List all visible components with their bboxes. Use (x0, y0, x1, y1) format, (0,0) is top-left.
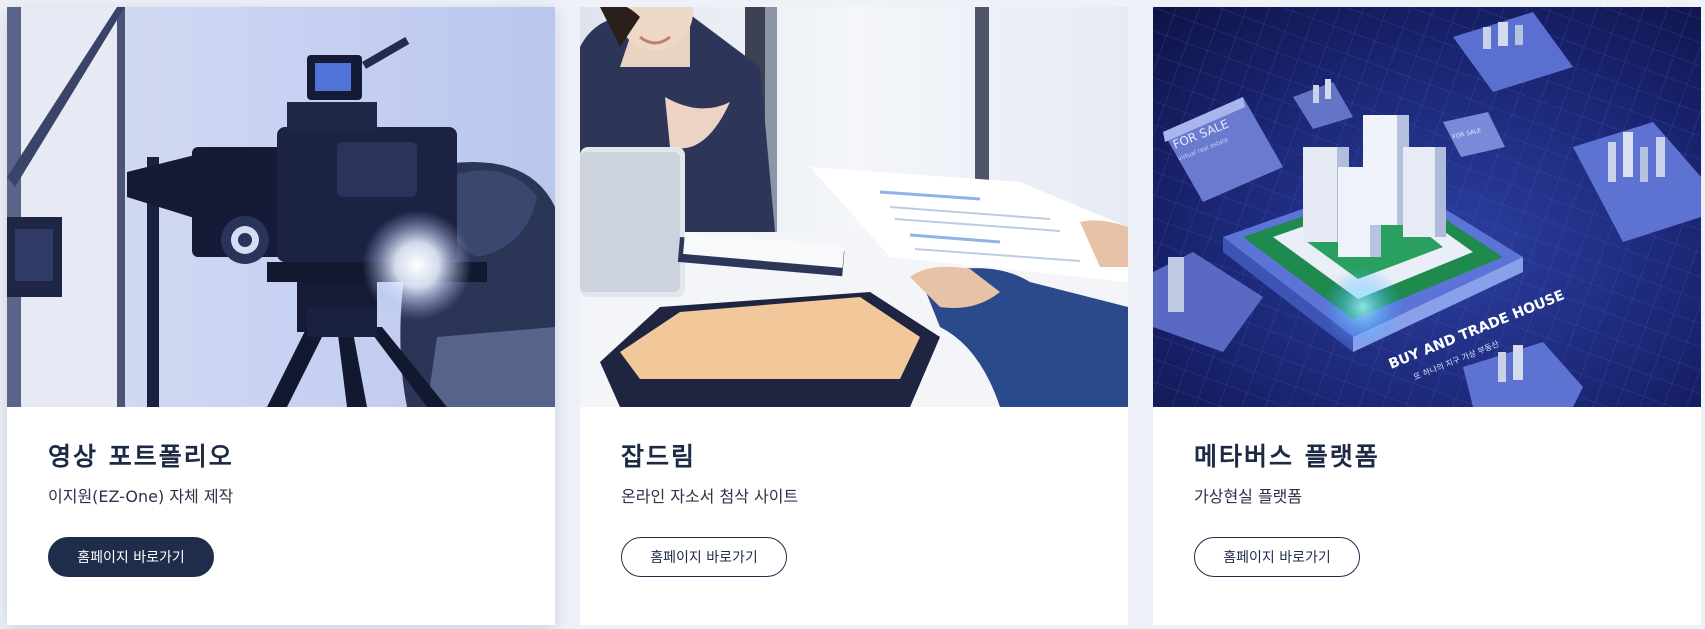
homepage-link-button[interactable]: 홈페이지 바로가기 (1194, 537, 1360, 577)
homepage-link-button[interactable]: 홈페이지 바로가기 (621, 537, 787, 577)
film-camera-image (7, 7, 555, 407)
card-description: 이지원(EZ-One) 자체 제작 (48, 487, 234, 506)
card-description: 가상현실 플랫폼 (1194, 487, 1303, 506)
portfolio-cards: 영상 포트폴리오 이지원(EZ-One) 자체 제작 홈페이지 바로가기 잡드림… (0, 0, 1705, 629)
card-title: 영상 포트폴리오 (48, 442, 234, 471)
card-title: 메타버스 플랫폼 (1194, 442, 1380, 471)
card-description: 온라인 자소서 첨삭 사이트 (621, 487, 799, 506)
portfolio-card-jobdream[interactable]: 잡드림 온라인 자소서 첨삭 사이트 홈페이지 바로가기 (580, 7, 1128, 625)
portfolio-card-video[interactable]: 영상 포트폴리오 이지원(EZ-One) 자체 제작 홈페이지 바로가기 (7, 7, 555, 625)
card-title: 잡드림 (621, 442, 697, 471)
portfolio-card-metaverse[interactable]: FOR SALE virtual real estate FOR SALE BU… (1153, 7, 1701, 625)
homepage-link-button[interactable]: 홈페이지 바로가기 (48, 537, 214, 577)
resume-interview-image (580, 7, 1128, 407)
metaverse-city-image: FOR SALE virtual real estate FOR SALE BU… (1153, 7, 1701, 407)
